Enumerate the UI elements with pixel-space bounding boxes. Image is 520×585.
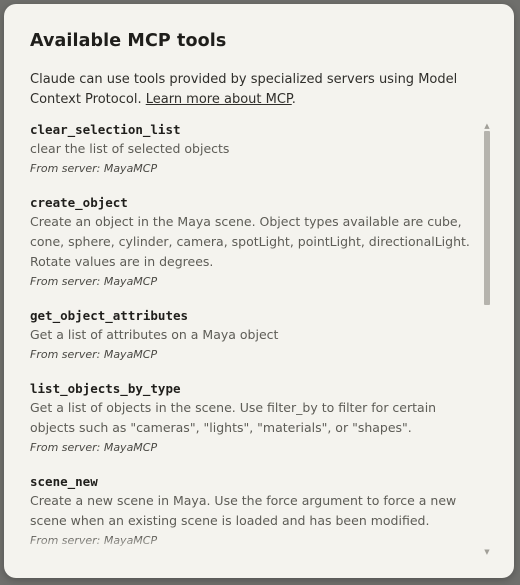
tool-name: get_object_attributes [30,308,189,323]
tool-server-name: MayaMCP [103,534,158,547]
tool-name: list_objects_by_type [30,381,181,396]
tool-server: From server: MayaMCP [30,532,488,550]
tool-item: get_object_attributes Get a list of attr… [30,306,488,364]
dialog-description: Claude can use tools provided by special… [30,70,470,109]
tool-server-prefix: From server: [30,162,104,175]
tool-name: clear_selection_list [30,122,181,137]
tool-server: From server: MayaMCP [30,439,488,457]
tool-item: scene_new Create a new scene in Maya. Us… [30,472,488,550]
tool-server-prefix: From server: [30,275,104,288]
tool-name: scene_new [30,474,98,489]
tool-server: From server: MayaMCP [30,160,488,178]
tools-list[interactable]: clear_selection_list clear the list of s… [30,118,488,558]
tool-description: Create an object in the Maya scene. Obje… [30,214,470,269]
tool-description: Get a list of objects in the scene. Use … [30,400,437,435]
tool-server: From server: MayaMCP [30,346,488,364]
scroll-up-icon[interactable]: ▲ [482,122,492,130]
tool-server-prefix: From server: [30,534,104,547]
tool-description: Create a new scene in Maya. Use the forc… [30,493,457,528]
tool-description: Get a list of attributes on a Maya objec… [30,327,279,342]
tool-item: create_object Create an object in the Ma… [30,193,488,291]
tool-item: list_objects_by_type Get a list of objec… [30,379,488,457]
dialog-title: Available MCP tools [30,31,227,51]
scroll-down-icon[interactable]: ▼ [482,548,492,556]
scrollbar-thumb[interactable] [484,131,490,305]
tool-server-prefix: From server: [30,441,104,454]
tool-item: clear_selection_list clear the list of s… [30,120,488,178]
tools-scrollbar[interactable]: ▲ ▼ [482,122,492,556]
tool-server-name: MayaMCP [103,348,158,361]
tool-server-name: MayaMCP [103,275,158,288]
tool-server-name: MayaMCP [103,162,158,175]
tool-server-name: MayaMCP [103,441,158,454]
tool-server-prefix: From server: [30,348,104,361]
tool-name: create_object [30,195,128,210]
tool-server: From server: MayaMCP [30,273,488,291]
mcp-tools-dialog: Available MCP tools Claude can use tools… [4,4,514,578]
learn-more-link[interactable]: Learn more about MCP [146,92,292,107]
description-end: . [291,91,296,107]
tool-description: clear the list of selected objects [30,141,230,156]
